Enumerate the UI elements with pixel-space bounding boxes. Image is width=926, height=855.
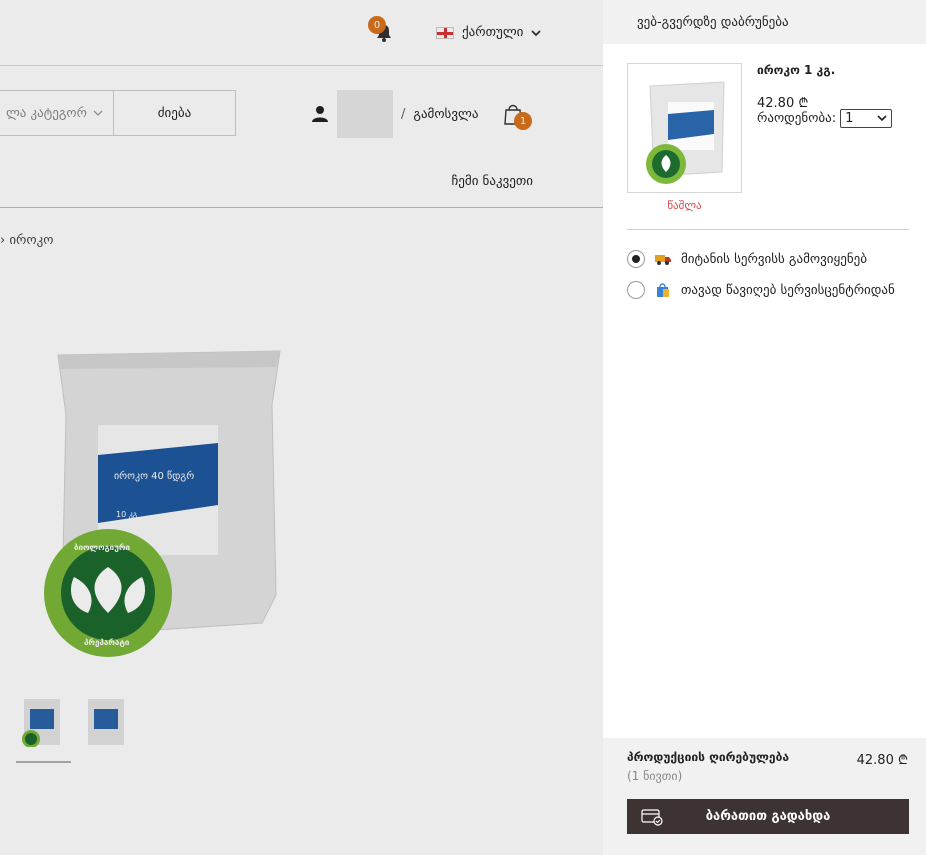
remove-item-link[interactable]: წაშლა [627,199,742,212]
item-count: (1 ნივთი) [627,769,683,783]
divider [627,229,909,230]
delivery-radio-pickup[interactable] [627,281,645,299]
delivery-option-courier[interactable]: მიტანის სერვისს გამოვიყენებ [627,250,867,268]
delivery-radio-courier[interactable] [627,250,645,268]
pay-button-label: ბარათით გადახდა [705,809,831,824]
credit-card-icon [641,809,663,826]
back-to-site-link[interactable]: ვებ-გვერდზე დაბრუნება [603,0,926,44]
cart-item-image[interactable] [627,63,742,193]
cart-item-name[interactable]: იროკო 1 კგ. [757,63,835,77]
delivery-option-label: მიტანის სერვისს გამოვიყენებ [681,251,867,267]
total-label: პროდუქციის ღირებულება [627,750,789,764]
truck-icon [655,255,671,265]
shopping-bag-icon [657,283,669,297]
quantity-select[interactable]: 1 [840,109,893,128]
chevron-down-icon [877,115,887,122]
quantity-row: რაოდენობა: 1 [757,109,893,128]
delivery-option-label: თავად წავიღებ სერვისცენტრიდან [681,282,895,298]
quantity-label: რაოდენობა: [757,111,837,126]
delivery-option-pickup[interactable]: თავად წავიღებ სერვისცენტრიდან [627,281,895,299]
page-dim-overlay[interactable] [0,0,603,855]
total-value: 42.80 ₾ [856,753,908,768]
cart-drawer: ვებ-გვერდზე დაბრუნება წაშლა იროკო 1 კგ. … [603,0,926,855]
pay-by-card-button[interactable]: ბარათით გადახდა [627,799,909,834]
quantity-value: 1 [845,111,854,126]
cart-summary-footer: პროდუქციის ღირებულება (1 ნივთი) 42.80 ₾ … [603,738,926,855]
